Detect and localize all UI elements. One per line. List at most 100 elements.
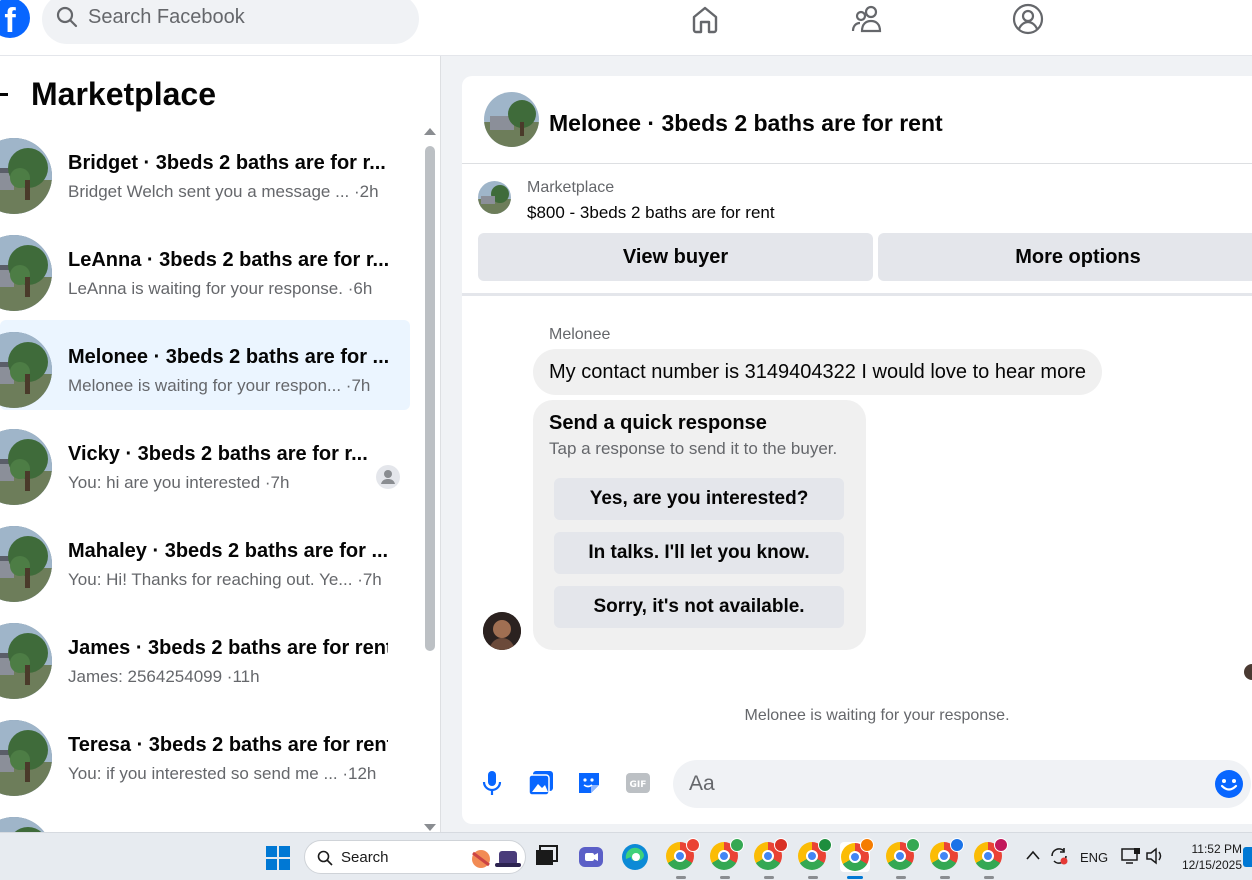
facebook-logo[interactable]: f: [0, 0, 30, 38]
sidebar-title: Marketplace: [31, 76, 216, 112]
conversation-avatar: [0, 526, 52, 602]
back-arrow-icon[interactable]: [0, 93, 8, 96]
message-composer[interactable]: [673, 760, 1251, 808]
conversation-avatar: [0, 623, 52, 699]
svg-text:GIF: GIF: [630, 780, 647, 790]
taskbar-search-label: Search: [341, 849, 389, 866]
chrome-profile-icon[interactable]: [798, 838, 832, 879]
conversation-avatar: [0, 429, 52, 505]
conversation-avatar: [0, 235, 52, 311]
conversation-item[interactable]: LeAnna · 3beds 2 baths are for r... LeAnn…: [0, 223, 410, 313]
conversation-avatar: [0, 138, 52, 214]
gif-icon[interactable]: GIF: [623, 768, 653, 798]
emoji-icon[interactable]: [1214, 769, 1244, 799]
search-box[interactable]: [42, 0, 419, 44]
chat-header: Melonee · 3beds 2 baths are for rent: [462, 76, 1252, 164]
listing-thumbnail[interactable]: [478, 181, 511, 214]
conversation-item[interactable]: Mahaley · 3beds 2 baths are for ... You: …: [0, 514, 410, 604]
conversation-name: Teresa · 3beds 2 baths are for rent: [68, 734, 388, 756]
conversation-item[interactable]: Teresa · 3beds 2 baths are for rent You: …: [0, 708, 410, 798]
seen-avatar: [1244, 664, 1252, 680]
conversation-avatar: [0, 720, 52, 796]
search-input[interactable]: [88, 2, 388, 32]
listing-description: $800 - 3beds 2 baths are for rent: [527, 203, 775, 222]
microphone-icon[interactable]: [477, 768, 507, 798]
chrome-profile-icon[interactable]: [710, 838, 744, 879]
chat-avatar[interactable]: [484, 92, 539, 147]
edge-browser-icon[interactable]: [620, 842, 650, 872]
conversation-avatar: [0, 332, 52, 408]
windows-taskbar: Search ENG 11:52 PM 12/15/2025: [0, 832, 1252, 880]
search-icon: [56, 6, 78, 28]
clock-time: 11:52 PM: [1191, 842, 1242, 856]
conversation-name: Mahaley · 3beds 2 baths are for ...: [68, 540, 388, 562]
top-bar: f: [0, 0, 1252, 56]
conversation-sidebar: Marketplace Bridget · 3beds 2 baths are …: [0, 56, 441, 832]
chevron-up-icon[interactable]: [1026, 850, 1040, 860]
home-icon[interactable]: [685, 0, 725, 38]
conversation-name: Bridget · 3beds 2 baths are for r...: [68, 152, 386, 174]
windows-start-icon[interactable]: [266, 846, 290, 870]
conversation-snippet: Melonee is waiting for your respon... ·7…: [68, 376, 371, 395]
seen-person-icon: [376, 465, 400, 489]
taskbar-search[interactable]: Search: [304, 840, 526, 874]
listing-source: Marketplace: [527, 179, 615, 196]
system-clock[interactable]: 11:52 PM 12/15/2025: [1174, 841, 1242, 873]
conversation-snippet: You: if you interested so send me ... ·1…: [68, 764, 377, 783]
sync-icon[interactable]: [1049, 846, 1069, 866]
quick-reply-button[interactable]: Yes, are you interested?: [554, 478, 844, 520]
message-input[interactable]: [689, 768, 1189, 800]
conversation-snippet: You: hi are you interested ·7h: [68, 473, 290, 492]
scroll-down-arrow-icon[interactable]: [424, 824, 436, 831]
profile-icon[interactable]: [1008, 0, 1048, 38]
more-options-button[interactable]: More options: [878, 233, 1252, 281]
conversation-item[interactable]: Bridget · 3beds 2 baths are for r... Brid…: [0, 126, 410, 216]
network-icon[interactable]: [1121, 847, 1141, 865]
quick-response-card: Send a quick response Tap a response to …: [533, 400, 866, 650]
conversation-item[interactable]: Vicky · 3beds 2 baths are for r... You: h…: [0, 417, 410, 507]
sticker-icon[interactable]: [574, 768, 604, 798]
clock-date: 12/15/2025: [1181, 858, 1242, 872]
chat-panel: Melonee · 3beds 2 baths are for rent Mar…: [462, 76, 1252, 824]
quick-reply-button[interactable]: In talks. I'll let you know.: [554, 532, 844, 574]
task-view-icon[interactable]: [531, 842, 561, 872]
chrome-profile-icon[interactable]: [930, 838, 964, 879]
quick-response-subtitle: Tap a response to send it to the buyer.: [549, 439, 838, 458]
sidebar-scrollbar[interactable]: [425, 146, 435, 651]
chrome-profile-icon[interactable]: [840, 838, 874, 879]
quick-reply-button[interactable]: Sorry, it's not available.: [554, 586, 844, 628]
search-highlight-icon: [472, 850, 521, 868]
view-buyer-button[interactable]: View buyer: [478, 233, 873, 281]
chat-title: Melonee · 3beds 2 baths are for rent: [549, 110, 943, 136]
listing-card: Marketplace $800 - 3beds 2 baths are for…: [462, 164, 1252, 296]
teams-meet-icon[interactable]: [576, 842, 606, 872]
conversation-name: Vicky · 3beds 2 baths are for r...: [68, 443, 368, 465]
message-bubble: My contact number is 3149404322 I would …: [533, 349, 1102, 395]
sender-avatar[interactable]: [483, 612, 521, 650]
waiting-status: Melonee is waiting for your response.: [744, 707, 1010, 724]
conversation-name: LeAnna · 3beds 2 baths are for r...: [68, 249, 388, 271]
conversation-item[interactable]: Jonathan · 3beds 2 baths are f...: [0, 805, 410, 832]
conversation-avatar: [0, 817, 52, 832]
conversation-name: Melonee · 3beds 2 baths are for ...: [68, 346, 388, 368]
conversation-snippet: You: Hi! Thanks for reaching out. Ye... …: [68, 570, 382, 589]
chrome-profile-icon[interactable]: [974, 838, 1008, 879]
chrome-profile-icon[interactable]: [754, 838, 788, 879]
chrome-profile-icon[interactable]: [886, 838, 920, 879]
conversation-item[interactable]: James · 3beds 2 baths are for rent James:…: [0, 611, 410, 701]
photo-icon[interactable]: [526, 768, 556, 798]
language-indicator[interactable]: ENG: [1080, 850, 1108, 865]
scroll-up-arrow-icon[interactable]: [424, 128, 436, 135]
chrome-profile-icon[interactable]: [666, 838, 700, 879]
conversation-snippet: Bridget Welch sent you a message ... ·2h: [68, 182, 379, 201]
conversation-snippet: James: 2564254099 ·11h: [68, 667, 260, 686]
message-sender: Melonee: [549, 326, 611, 343]
search-icon: [317, 850, 333, 866]
volume-icon[interactable]: [1145, 847, 1165, 865]
friends-icon[interactable]: [847, 0, 887, 38]
notification-badge[interactable]: [1243, 847, 1252, 867]
quick-response-title: Send a quick response: [549, 412, 767, 434]
conversation-item[interactable]: Melonee · 3beds 2 baths are for ... Melon…: [0, 320, 410, 410]
conversation-name: James · 3beds 2 baths are for rent: [68, 637, 388, 659]
conversation-snippet: LeAnna is waiting for your response. ·6h: [68, 279, 373, 298]
